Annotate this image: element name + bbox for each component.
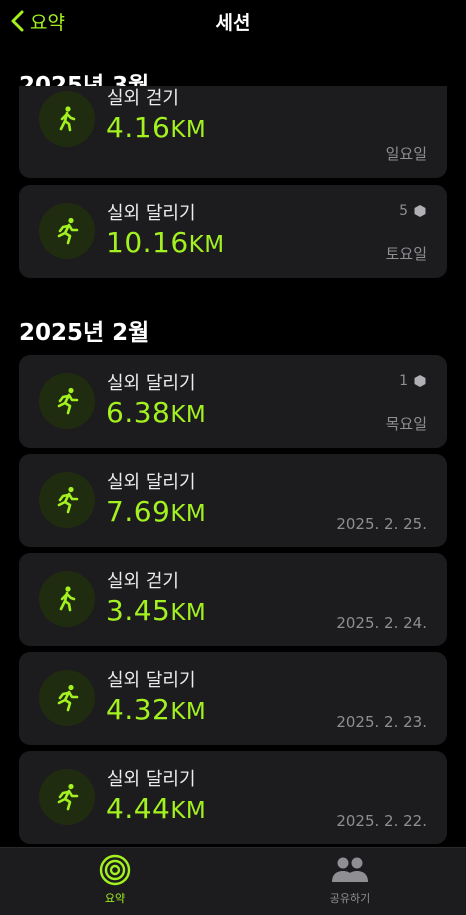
- award-hexagon-icon: [414, 205, 426, 217]
- session-card[interactable]: 실외 달리기 10.16KM 5 토요일: [19, 185, 447, 278]
- award-hexagon-icon: [414, 375, 426, 387]
- activity-icon-circle: [39, 91, 95, 147]
- running-icon: [57, 486, 79, 514]
- session-distance: 6.38KM: [106, 396, 207, 429]
- session-card[interactable]: 실외 달리기 7.69KM 2025. 2. 25.: [19, 454, 447, 547]
- tab-bar: 요약 공유하기: [0, 847, 466, 915]
- award-badge: 5: [399, 203, 427, 219]
- session-card[interactable]: 실외 달리기 6.38KM 1 목요일: [19, 355, 447, 448]
- session-distance: 7.69KM: [106, 495, 207, 528]
- session-name: 실외 달리기: [107, 769, 196, 790]
- session-name: 실외 달리기: [107, 203, 196, 224]
- tab-sharing-label: 공유하기: [329, 892, 371, 905]
- running-icon: [57, 387, 79, 415]
- session-date: 일요일: [385, 145, 427, 163]
- activity-icon-circle: [39, 571, 95, 627]
- session-name: 실외 달리기: [107, 472, 196, 493]
- running-icon: [57, 217, 79, 245]
- tab-summary[interactable]: 요약: [55, 854, 175, 906]
- session-card[interactable]: 실외 달리기 4.44KM 2025. 2. 22.: [19, 751, 447, 844]
- tab-summary-label: 요약: [104, 892, 126, 905]
- running-icon: [57, 684, 79, 712]
- session-distance: 3.45KM: [106, 594, 207, 627]
- activity-icon-circle: [39, 472, 95, 528]
- session-name: 실외 달리기: [107, 373, 196, 394]
- award-count: 5: [399, 203, 408, 219]
- session-date: 2025. 2. 25.: [336, 515, 427, 533]
- activity-rings-icon: [99, 854, 131, 886]
- tab-sharing[interactable]: 공유하기: [290, 854, 410, 906]
- activity-icon-circle: [39, 373, 95, 429]
- session-card[interactable]: 실외 걷기 3.45KM 2025. 2. 24.: [19, 553, 447, 646]
- session-distance: 4.32KM: [106, 693, 207, 726]
- session-card[interactable]: 실외 걷기 4.16KM 일요일: [19, 86, 447, 178]
- page-title: 세션: [215, 12, 251, 34]
- walking-icon: [59, 586, 76, 612]
- session-date: 2025. 2. 24.: [336, 614, 427, 632]
- session-distance: 4.44KM: [106, 792, 207, 825]
- session-date: 2025. 2. 23.: [336, 713, 427, 731]
- section-title-february: 2025년 2월: [19, 320, 150, 346]
- walking-icon: [59, 106, 76, 132]
- session-name: 실외 걷기: [107, 88, 179, 109]
- people-icon: [332, 857, 368, 882]
- award-badge: 1: [399, 373, 427, 389]
- session-distance: 10.16KM: [106, 226, 225, 259]
- session-name: 실외 달리기: [107, 670, 196, 691]
- session-date: 2025. 2. 22.: [336, 812, 427, 830]
- session-date: 목요일: [385, 415, 427, 433]
- sessions-list[interactable]: 2025년 3월 실외 걷기 4.16KM 일요일 실외 달리기 10.16KM…: [0, 46, 466, 847]
- session-date: 토요일: [385, 245, 427, 263]
- running-icon: [57, 783, 79, 811]
- session-name: 실외 걷기: [107, 571, 179, 592]
- activity-icon-circle: [39, 769, 95, 825]
- activity-icon-circle: [39, 203, 95, 259]
- navigation-bar: 요약 세션: [0, 0, 466, 46]
- session-card[interactable]: 실외 달리기 4.32KM 2025. 2. 23.: [19, 652, 447, 745]
- session-distance: 4.16KM: [106, 111, 207, 144]
- activity-icon-circle: [39, 670, 95, 726]
- award-count: 1: [399, 373, 408, 389]
